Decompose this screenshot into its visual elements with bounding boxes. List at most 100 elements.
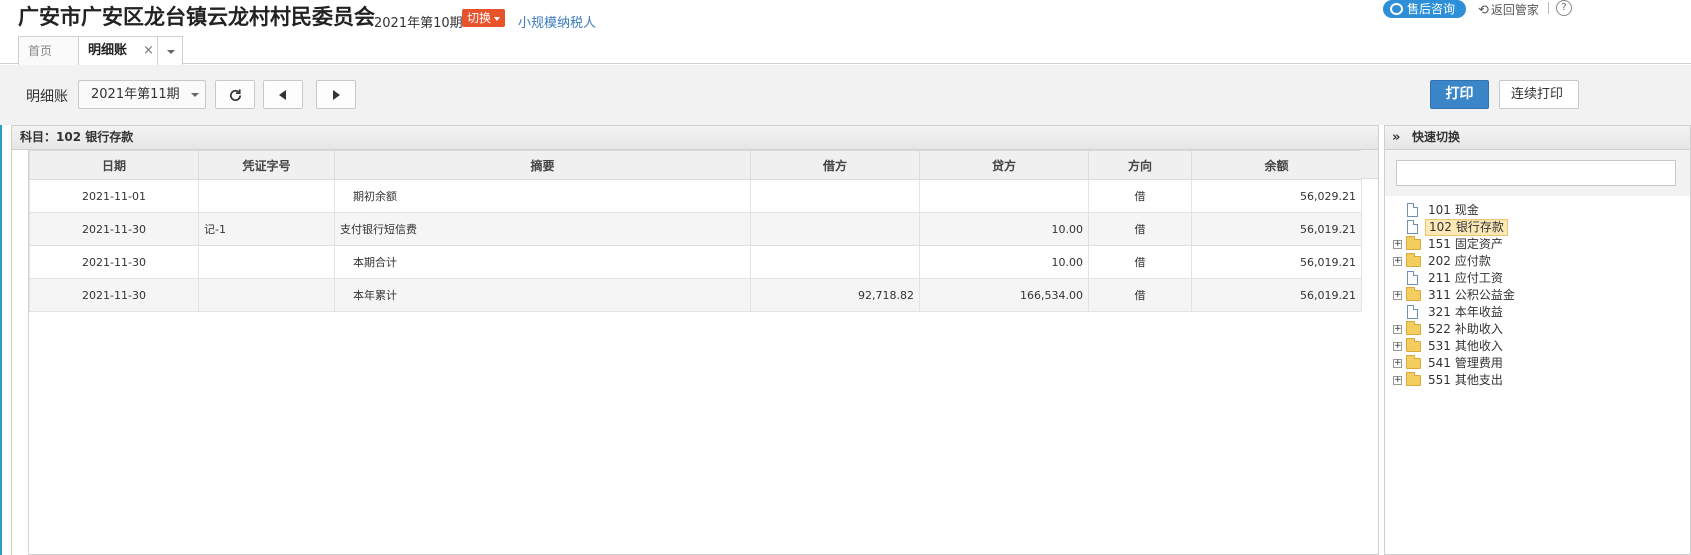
- tree-item-551[interactable]: +551 其他支出: [1393, 372, 1518, 389]
- account-name: 其他支出: [1454, 373, 1503, 387]
- column-header-voucher[interactable]: 凭证字号: [198, 150, 335, 180]
- collapse-panel-icon[interactable]: »: [1392, 126, 1400, 149]
- cell-voucher[interactable]: [198, 245, 335, 279]
- tree-item-202[interactable]: +202 应付款: [1393, 253, 1518, 270]
- consult-label: 售后咨询: [1407, 2, 1456, 16]
- tab-bar: 首页 明细账 ×: [0, 34, 1691, 66]
- ledger-panel: 科目：102 银行存款 日期 凭证字号 摘要 借方 贷方 方向 余额 2021-…: [11, 125, 1379, 555]
- cell-direction: 借: [1088, 212, 1192, 246]
- cell-date: 2021-11-01: [29, 179, 199, 213]
- cell-direction: 借: [1088, 179, 1192, 213]
- cell-direction: 借: [1088, 245, 1192, 279]
- row-number-gutter: [12, 150, 29, 555]
- account-code: 102: [1429, 220, 1452, 234]
- next-period-button[interactable]: [316, 80, 356, 109]
- account-name: 固定资产: [1454, 237, 1503, 251]
- tree-item-321[interactable]: 321 本年收益: [1393, 304, 1518, 321]
- cell-voucher[interactable]: [198, 278, 335, 312]
- return-to-manager-link[interactable]: ⟲ 返回管家: [1478, 1, 1539, 18]
- expand-icon[interactable]: +: [1393, 325, 1402, 334]
- tree-item-211[interactable]: 211 应付工资: [1393, 270, 1518, 287]
- help-icon[interactable]: ?: [1556, 0, 1572, 16]
- folder-icon: [1406, 253, 1421, 267]
- document-icon: [1407, 203, 1418, 217]
- cell-credit: 10.00: [919, 212, 1089, 246]
- cell-summary: 期初余额: [334, 179, 751, 213]
- column-header-direction[interactable]: 方向: [1088, 150, 1192, 180]
- column-header-debit[interactable]: 借方: [750, 150, 920, 180]
- tree-item-522[interactable]: +522 补助收入: [1393, 321, 1518, 338]
- chevron-down-icon: [191, 93, 199, 97]
- tab-ledger[interactable]: 明细账 ×: [78, 36, 158, 66]
- continuous-print-button[interactable]: 连续打印: [1499, 80, 1579, 109]
- account-code: 551: [1428, 373, 1451, 387]
- tree-item-label: 202 应付款: [1425, 253, 1494, 270]
- account-name: 补助收入: [1454, 322, 1503, 336]
- table-row[interactable]: 2021-11-30 记-1 支付银行短信费 10.00 借 56,019.21: [29, 212, 1362, 246]
- previous-period-button[interactable]: [263, 80, 303, 109]
- expand-icon[interactable]: +: [1393, 291, 1402, 300]
- expand-icon[interactable]: +: [1393, 257, 1402, 266]
- tree-item-541[interactable]: +541 管理费用: [1393, 355, 1518, 372]
- expand-icon[interactable]: +: [1393, 240, 1402, 249]
- taxpayer-type-link[interactable]: 小规模纳税人: [518, 12, 596, 31]
- cell-date: 2021-11-30: [29, 212, 199, 246]
- chevron-down-icon: [167, 50, 175, 54]
- expand-icon[interactable]: +: [1393, 376, 1402, 385]
- cell-voucher[interactable]: [198, 179, 335, 213]
- cell-credit: 166,534.00: [919, 278, 1089, 312]
- cell-summary: 支付银行短信费: [334, 212, 751, 246]
- document-icon: [1407, 271, 1418, 285]
- print-button[interactable]: 打印: [1430, 80, 1489, 109]
- account-code: 311: [1428, 288, 1451, 302]
- scrollbar-header-corner: [1361, 150, 1378, 179]
- account-name: 管理费用: [1454, 356, 1503, 370]
- cell-balance: 56,019.21: [1191, 212, 1362, 246]
- table-row[interactable]: 2021-11-30 本年累计 92,718.82 166,534.00 借 5…: [29, 278, 1362, 312]
- table-row[interactable]: 2021-11-01 期初余额 借 56,029.21: [29, 179, 1362, 213]
- account-code: 151: [1428, 237, 1451, 251]
- table-row[interactable]: 2021-11-30 本期合计 10.00 借 56,019.21: [29, 245, 1362, 279]
- column-header-credit[interactable]: 贷方: [919, 150, 1089, 180]
- switch-period-button[interactable]: 切换: [462, 9, 506, 27]
- expand-icon[interactable]: +: [1393, 342, 1402, 351]
- tree-item-531[interactable]: +531 其他收入: [1393, 338, 1518, 355]
- search-area: [1385, 150, 1690, 196]
- cell-voucher[interactable]: 记-1: [198, 212, 335, 246]
- refresh-button[interactable]: [215, 80, 255, 109]
- folder-icon: [1406, 338, 1421, 352]
- current-period: 2021年第10期: [374, 16, 463, 31]
- close-icon[interactable]: ×: [143, 37, 154, 65]
- expand-icon[interactable]: +: [1393, 359, 1402, 368]
- period-select[interactable]: 2021年第11期: [78, 80, 206, 109]
- cell-debit: 92,718.82: [750, 278, 920, 312]
- account-code: 211: [1428, 271, 1451, 285]
- cell-debit: [750, 245, 920, 279]
- cell-date: 2021-11-30: [29, 278, 199, 312]
- column-header-summary[interactable]: 摘要: [334, 150, 751, 180]
- tree-item-101[interactable]: 101 现金: [1393, 202, 1518, 219]
- account-tree: 101 现金 102 银行存款 +151 固定资产 +202 应付款 211 应付工资 +311 公积…: [1393, 202, 1518, 389]
- tree-item-label: 321 本年收益: [1425, 304, 1506, 321]
- account-name: 其他收入: [1454, 339, 1503, 353]
- quick-switch-title: 快速切换: [1412, 130, 1461, 144]
- tab-home[interactable]: 首页: [18, 36, 79, 65]
- return-arrow-icon: ⟲: [1478, 3, 1489, 18]
- tree-item-102[interactable]: 102 银行存款: [1393, 219, 1518, 236]
- account-code: 522: [1428, 322, 1451, 336]
- after-sales-consult-button[interactable]: 售后咨询: [1383, 0, 1466, 18]
- tree-item-label: 101 现金: [1425, 202, 1482, 219]
- folder-icon: [1406, 372, 1421, 386]
- column-header-balance[interactable]: 余额: [1191, 150, 1362, 180]
- column-header-date[interactable]: 日期: [29, 150, 199, 180]
- tree-item-151[interactable]: +151 固定资产: [1393, 236, 1518, 253]
- cell-balance: 56,019.21: [1191, 245, 1362, 279]
- toolbar: 明细账 2021年第11期 打印 连续打印: [0, 65, 1691, 125]
- tab-more-dropdown[interactable]: [157, 36, 183, 65]
- tree-item-label: 541 管理费用: [1425, 355, 1506, 372]
- tree-item-311[interactable]: +311 公积公益金: [1393, 287, 1518, 304]
- account-name: 公积公益金: [1454, 288, 1515, 302]
- tree-item-label: 531 其他收入: [1425, 338, 1506, 355]
- app-header: 广安市广安区龙台镇云龙村村民委员会 2021年第10期 切换 小规模纳税人 售后…: [0, 0, 1691, 34]
- account-search-input[interactable]: [1396, 160, 1676, 186]
